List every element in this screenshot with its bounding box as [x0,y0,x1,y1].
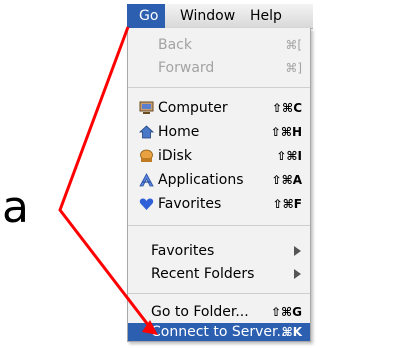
annotation-arrows [58,26,158,335]
annotation-bracket-line [58,26,154,331]
